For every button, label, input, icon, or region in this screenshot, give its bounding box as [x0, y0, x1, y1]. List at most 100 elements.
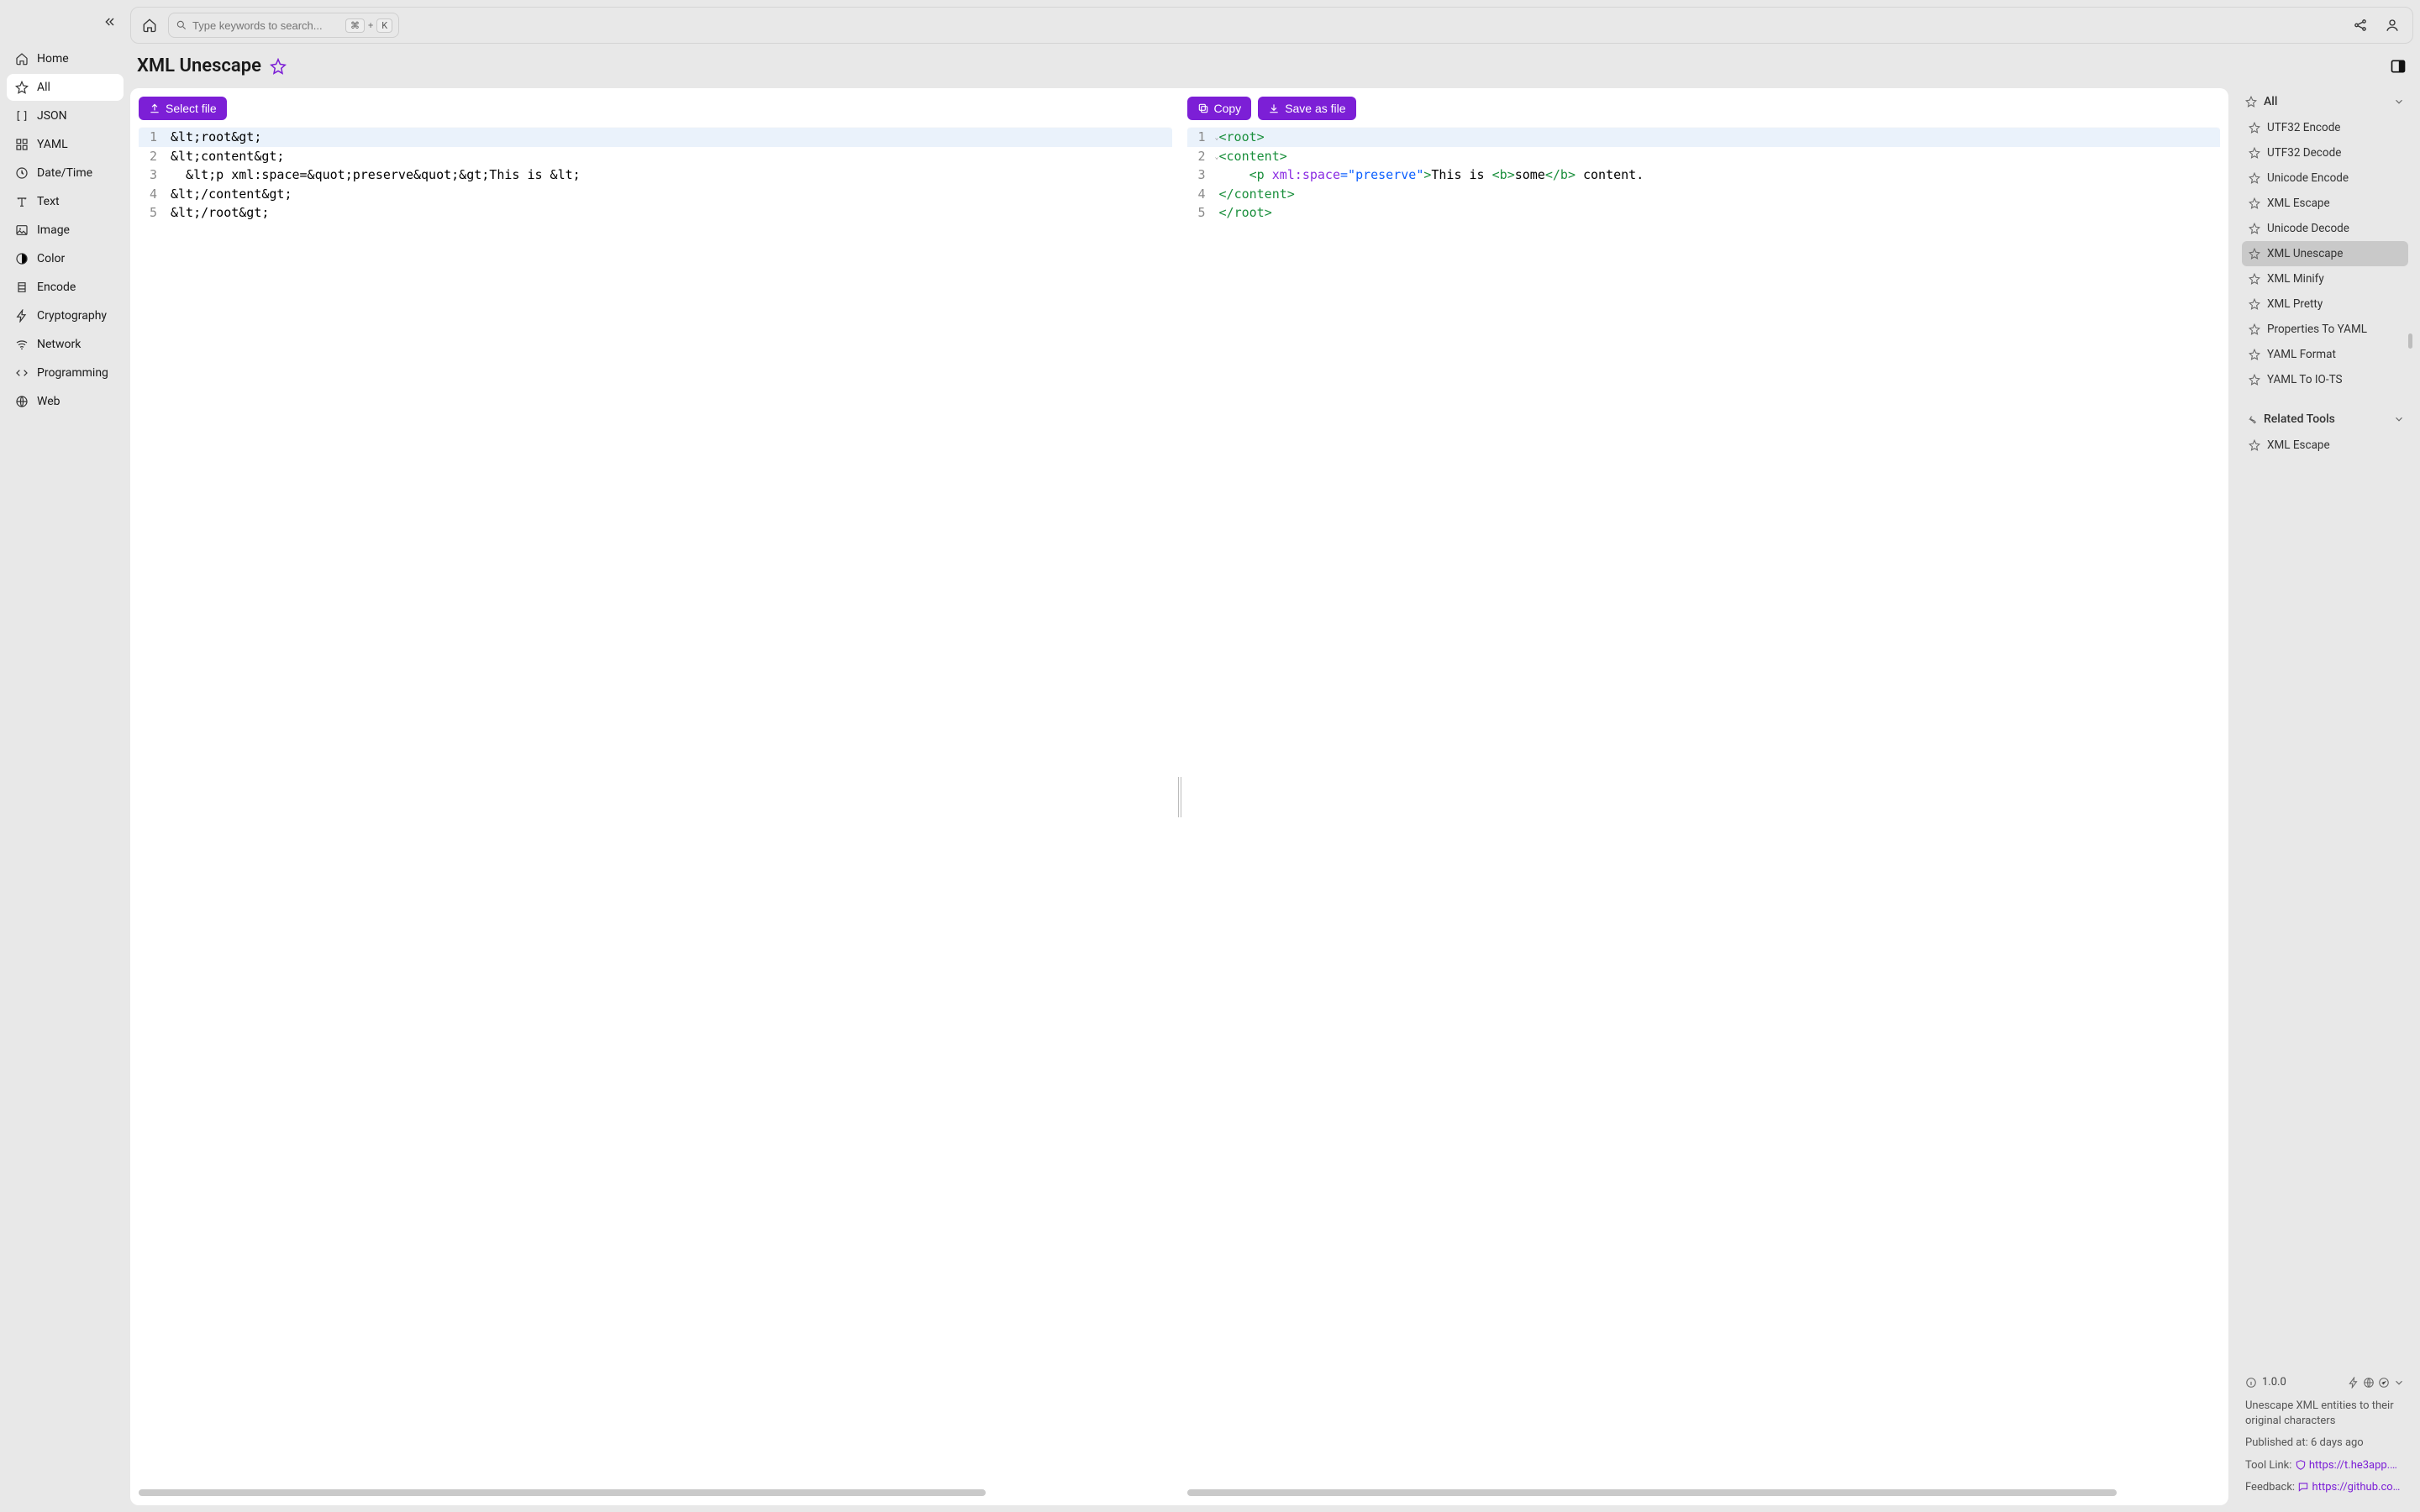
nav-item-network[interactable]: Network: [7, 331, 124, 358]
chevron-down-icon: [2393, 413, 2405, 425]
tool-item-yaml-format[interactable]: YAML Format: [2242, 342, 2408, 367]
nav-label: Cryptography: [37, 309, 107, 323]
home-button[interactable]: [139, 15, 160, 35]
star-icon: [2249, 223, 2260, 234]
related-list: XML Escape: [2237, 433, 2413, 463]
topbar: ⌘ + K: [130, 7, 2413, 44]
tool-item-yaml-to-iots[interactable]: YAML To IO-TS: [2242, 367, 2408, 392]
check-circle-icon[interactable]: [2378, 1377, 2390, 1389]
tool-label: UTF32 Decode: [2267, 146, 2341, 160]
nav-label: Network: [37, 338, 81, 351]
nav-item-encode[interactable]: Encode: [7, 274, 124, 301]
tool-item-properties-to-yaml[interactable]: Properties To YAML: [2242, 317, 2408, 342]
tool-list[interactable]: UTF32 Encode UTF32 Decode Unicode Encode…: [2237, 115, 2413, 397]
input-code-area[interactable]: 1&lt;root&gt; 2&lt;content&gt; 3 &lt;p x…: [139, 127, 1172, 1485]
nav-label: Date/Time: [37, 166, 92, 180]
color-icon: [15, 252, 29, 265]
search-icon: [176, 19, 187, 31]
code-line: 2⌄<content>: [1187, 147, 2221, 166]
select-file-button[interactable]: Select file: [139, 97, 227, 120]
all-section-header[interactable]: All: [2237, 88, 2413, 115]
chevrons-left-icon: [103, 15, 117, 29]
feedback-link[interactable]: https://github.com/…: [2312, 1480, 2405, 1495]
code-line: 5</root>: [1187, 203, 2221, 223]
search-input[interactable]: [187, 19, 345, 32]
account-button[interactable]: [2381, 13, 2404, 37]
published-line: Published at: 6 days ago: [2245, 1436, 2405, 1451]
tool-label: YAML Format: [2267, 348, 2336, 361]
wifi-icon: [15, 338, 29, 351]
related-item-xml-escape[interactable]: XML Escape: [2242, 433, 2408, 458]
sidebar: Home All JSON YAML Date/Time Text Image: [0, 0, 130, 1512]
star-icon: [2249, 172, 2260, 184]
globe-icon: [15, 395, 29, 408]
nav-item-programming[interactable]: Programming: [7, 360, 124, 386]
tool-item-utf32-encode[interactable]: UTF32 Encode: [2242, 115, 2408, 140]
sidebar-collapse-button[interactable]: [100, 12, 120, 32]
output-h-scrollbar[interactable]: [1187, 1488, 2221, 1497]
tool-link[interactable]: https://t.he3app.co…: [2309, 1458, 2402, 1473]
star-icon: [2245, 96, 2257, 108]
star-icon: [2249, 298, 2260, 310]
copy-button[interactable]: Copy: [1187, 97, 1252, 120]
nav-label: YAML: [37, 138, 68, 151]
nav-item-cryptography[interactable]: Cryptography: [7, 302, 124, 329]
tool-item-unicode-decode[interactable]: Unicode Decode: [2242, 216, 2408, 241]
nav-item-json[interactable]: JSON: [7, 102, 124, 129]
nav-item-color[interactable]: Color: [7, 245, 124, 272]
tool-item-utf32-decode[interactable]: UTF32 Decode: [2242, 140, 2408, 165]
tool-item-xml-minify[interactable]: XML Minify: [2242, 266, 2408, 291]
nav-item-all[interactable]: All: [7, 74, 124, 101]
nav-item-home[interactable]: Home: [7, 45, 124, 72]
tool-item-xml-unescape[interactable]: XML Unescape: [2242, 241, 2408, 266]
copy-icon: [1197, 102, 1209, 114]
star-outline-icon: [270, 58, 287, 75]
nav-list: Home All JSON YAML Date/Time Text Image: [7, 45, 124, 417]
panel-icon: [2390, 58, 2407, 75]
right-panel: All UTF32 Encode UTF32 Decode Unicode En…: [2237, 88, 2413, 1505]
share-button[interactable]: [2349, 13, 2372, 37]
tool-label: XML Pretty: [2267, 297, 2323, 311]
nav-item-image[interactable]: Image: [7, 217, 124, 244]
nav-item-web[interactable]: Web: [7, 388, 124, 415]
globe-icon[interactable]: [2363, 1377, 2375, 1389]
input-h-scrollbar[interactable]: [139, 1488, 1172, 1497]
nav-label: All: [37, 81, 50, 94]
upload-icon: [149, 102, 160, 114]
shield-icon: [2295, 1459, 2307, 1471]
chevron-down-icon[interactable]: [2393, 1377, 2405, 1389]
nav-item-datetime[interactable]: Date/Time: [7, 160, 124, 186]
nav-label: Text: [37, 195, 60, 208]
clock-icon: [15, 166, 29, 180]
tool-item-unicode-encode[interactable]: Unicode Encode: [2242, 165, 2408, 191]
code-line: 3 &lt;p xml:space=&quot;preserve&quot;&g…: [139, 165, 1172, 185]
button-label: Copy: [1214, 102, 1242, 115]
output-code-area[interactable]: 1⌄<root> 2⌄<content> 3 <p xml:space="pre…: [1187, 127, 2221, 1485]
favorite-button[interactable]: [270, 58, 287, 75]
tool-label: Properties To YAML: [2267, 323, 2367, 336]
message-icon: [2297, 1481, 2309, 1493]
pane-splitter[interactable]: [1174, 95, 1186, 1499]
tool-item-xml-escape[interactable]: XML Escape: [2242, 191, 2408, 216]
code-line: 1⌄<root>: [1187, 128, 2221, 147]
nav-item-yaml[interactable]: YAML: [7, 131, 124, 158]
nav-item-text[interactable]: Text: [7, 188, 124, 215]
encode-icon: [15, 281, 29, 294]
tool-list-scrollbar-thumb[interactable]: [2408, 333, 2412, 349]
star-icon: [2249, 197, 2260, 209]
related-section-header[interactable]: Related Tools: [2237, 406, 2413, 433]
related-tools-section: Related Tools XML Escape: [2237, 406, 2413, 1361]
content-row: Select file 1&lt;root&gt; 2&lt;content&g…: [130, 88, 2413, 1505]
code-icon: [15, 366, 29, 380]
nav-label: Web: [37, 395, 60, 408]
save-as-file-button[interactable]: Save as file: [1258, 97, 1355, 120]
nav-label: Image: [37, 223, 70, 237]
bolt-icon[interactable]: [2348, 1377, 2360, 1389]
download-icon: [1268, 102, 1280, 114]
output-pane: Copy Save as file 1⌄<root> 2⌄<content> 3…: [1186, 95, 2223, 1499]
tool-item-xml-pretty[interactable]: XML Pretty: [2242, 291, 2408, 317]
toggle-side-panel-button[interactable]: [2390, 58, 2407, 75]
tool-label: XML Escape: [2267, 197, 2330, 210]
code-line: 1&lt;root&gt;: [139, 128, 1172, 147]
search-box[interactable]: ⌘ + K: [168, 13, 399, 38]
